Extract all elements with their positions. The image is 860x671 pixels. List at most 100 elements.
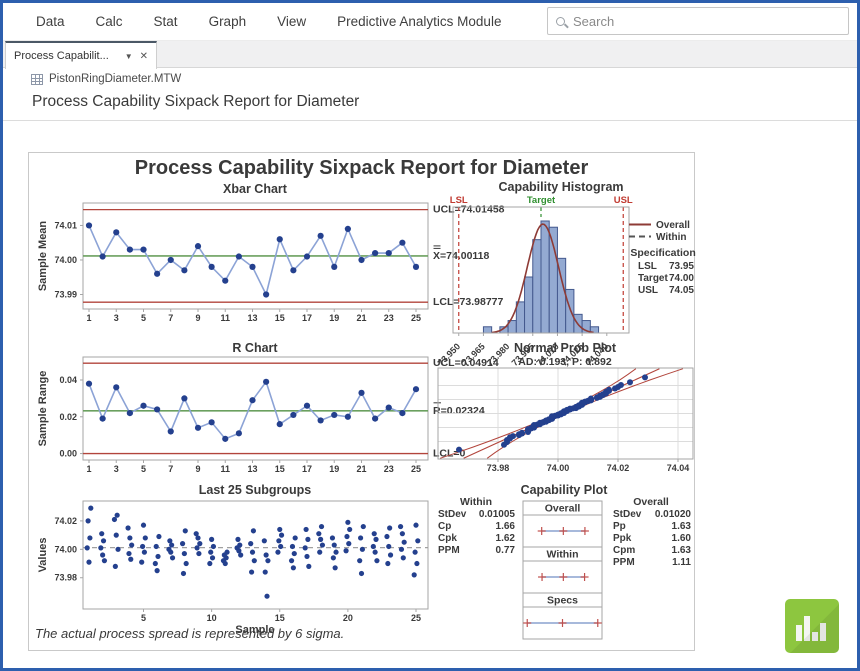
svg-text:15: 15: [275, 464, 285, 474]
chevron-down-icon[interactable]: ▼: [125, 52, 133, 61]
svg-text:13: 13: [247, 464, 257, 474]
svg-text:7: 7: [168, 313, 173, 323]
svg-text:10: 10: [207, 613, 217, 623]
svg-text:19: 19: [329, 464, 339, 474]
heading-divider: [3, 120, 857, 121]
svg-text:23: 23: [384, 464, 394, 474]
svg-text:17: 17: [302, 464, 312, 474]
svg-text:0.01020: 0.01020: [655, 509, 692, 520]
menu-item-calc[interactable]: Calc: [96, 14, 123, 29]
svg-text:74.05: 74.05: [669, 285, 694, 296]
logo-bar: [796, 625, 802, 641]
svg-text:11: 11: [220, 464, 230, 474]
svg-text:74.01: 74.01: [54, 220, 77, 230]
logo-bar: [820, 623, 826, 641]
svg-text:Overall: Overall: [545, 503, 581, 515]
svg-text:73.99: 73.99: [54, 289, 77, 299]
svg-text:1: 1: [86, 464, 91, 474]
svg-text:74.04: 74.04: [667, 463, 690, 473]
last-25-subgroups-plot: Last 25 SubgroupsValues73.9874.0074.0251…: [37, 483, 428, 636]
svg-text:73.98: 73.98: [54, 573, 77, 583]
svg-text:74.02: 74.02: [607, 463, 630, 473]
minitab-logo-icon[interactable]: [785, 599, 839, 653]
svg-text:Sample Mean: Sample Mean: [37, 221, 49, 292]
svg-text:1: 1: [86, 313, 91, 323]
menu-item-data[interactable]: Data: [36, 14, 65, 29]
svg-text:19: 19: [329, 313, 339, 323]
report-title: Process Capability Sixpack Report for Di…: [28, 157, 695, 180]
svg-text:9: 9: [195, 313, 200, 323]
svg-text:R=0.02324: R=0.02324: [433, 405, 485, 417]
svg-text:13: 13: [247, 313, 257, 323]
svg-text:Sample Range: Sample Range: [37, 371, 49, 447]
tab-process-capability[interactable]: Process Capabilit... ▼ ✕: [5, 41, 157, 69]
menu-item-graph[interactable]: Graph: [209, 14, 247, 29]
svg-text:Cpm: Cpm: [613, 545, 635, 556]
svg-text:1.62: 1.62: [496, 533, 516, 544]
svg-text:StDev: StDev: [613, 509, 642, 520]
svg-text:USL: USL: [638, 285, 658, 296]
report-footnote: The actual process spread is represented…: [35, 626, 655, 641]
svg-text:73.95: 73.95: [669, 261, 694, 272]
svg-text:25: 25: [411, 313, 421, 323]
svg-text:Overall: Overall: [633, 496, 669, 508]
svg-text:AD: 0.193, P: 0.892: AD: 0.193, P: 0.892: [518, 356, 612, 368]
svg-text:11: 11: [220, 313, 230, 323]
svg-text:Overall: Overall: [656, 220, 690, 231]
svg-text:74.00: 74.00: [54, 255, 77, 265]
svg-text:UCL=74.01458: UCL=74.01458: [433, 204, 505, 216]
svg-text:Specifications: Specifications: [630, 247, 696, 259]
svg-text:Capability Histogram: Capability Histogram: [498, 180, 623, 194]
svg-text:Last 25 Subgroups: Last 25 Subgroups: [199, 483, 312, 497]
search-box[interactable]: [547, 7, 849, 35]
svg-text:0.77: 0.77: [496, 545, 516, 556]
menu-item-predictive-analytics-module[interactable]: Predictive Analytics Module: [337, 14, 501, 29]
logo-bar: [804, 616, 810, 641]
svg-text:LSL: LSL: [638, 261, 657, 272]
svg-text:X=74.00118: X=74.00118: [433, 250, 490, 262]
svg-text:LSL: LSL: [450, 195, 468, 206]
page-title: Process Capability Sixpack Report for Di…: [32, 93, 359, 111]
svg-text:23: 23: [384, 313, 394, 323]
tab-label: Process Capabilit...: [14, 50, 118, 62]
svg-text:74.02: 74.02: [54, 516, 77, 526]
worksheet-name: PistonRingDiameter.MTW: [49, 73, 181, 85]
svg-text:Specs: Specs: [547, 595, 578, 607]
svg-text:5: 5: [141, 313, 146, 323]
xbar-chart: Xbar ChartSample Mean73.9974.0074.011357…: [37, 182, 505, 323]
svg-text:Within: Within: [656, 232, 686, 243]
svg-text:21: 21: [356, 313, 366, 323]
svg-text:20: 20: [343, 613, 353, 623]
svg-text:Target: Target: [527, 195, 556, 206]
svg-text:Target: Target: [638, 273, 668, 284]
svg-text:Ppk: Ppk: [613, 533, 632, 544]
svg-text:Values: Values: [37, 538, 49, 573]
logo-bar: [812, 632, 818, 641]
svg-text:17: 17: [302, 313, 312, 323]
svg-text:USL: USL: [614, 195, 633, 206]
svg-text:0.02: 0.02: [59, 412, 77, 422]
svg-text:74.00: 74.00: [547, 463, 570, 473]
search-input[interactable]: [573, 14, 840, 29]
svg-text:1.63: 1.63: [672, 545, 692, 556]
svg-text:PPM: PPM: [438, 545, 460, 556]
close-icon[interactable]: ✕: [140, 51, 148, 62]
svg-text:25: 25: [411, 464, 421, 474]
svg-text:1.63: 1.63: [672, 521, 692, 532]
menu-item-stat[interactable]: Stat: [154, 14, 178, 29]
r-chart: R ChartSample Range0.000.020.04135791113…: [37, 341, 499, 474]
svg-text:Within: Within: [547, 549, 579, 561]
svg-text:21: 21: [356, 464, 366, 474]
svg-text:25: 25: [411, 613, 421, 623]
svg-text:1.66: 1.66: [496, 521, 516, 532]
svg-text:Pp: Pp: [613, 521, 626, 532]
svg-text:UCL=0.04914: UCL=0.04914: [433, 357, 499, 369]
svg-text:15: 15: [275, 313, 285, 323]
svg-text:9: 9: [195, 464, 200, 474]
svg-text:Cp: Cp: [438, 521, 451, 532]
svg-text:PPM: PPM: [613, 557, 635, 568]
search-icon: [556, 17, 565, 26]
report-canvas: Xbar ChartSample Mean73.9974.0074.011357…: [29, 153, 696, 650]
menu-item-view[interactable]: View: [277, 14, 306, 29]
report-panel: Xbar ChartSample Mean73.9974.0074.011357…: [28, 152, 695, 651]
